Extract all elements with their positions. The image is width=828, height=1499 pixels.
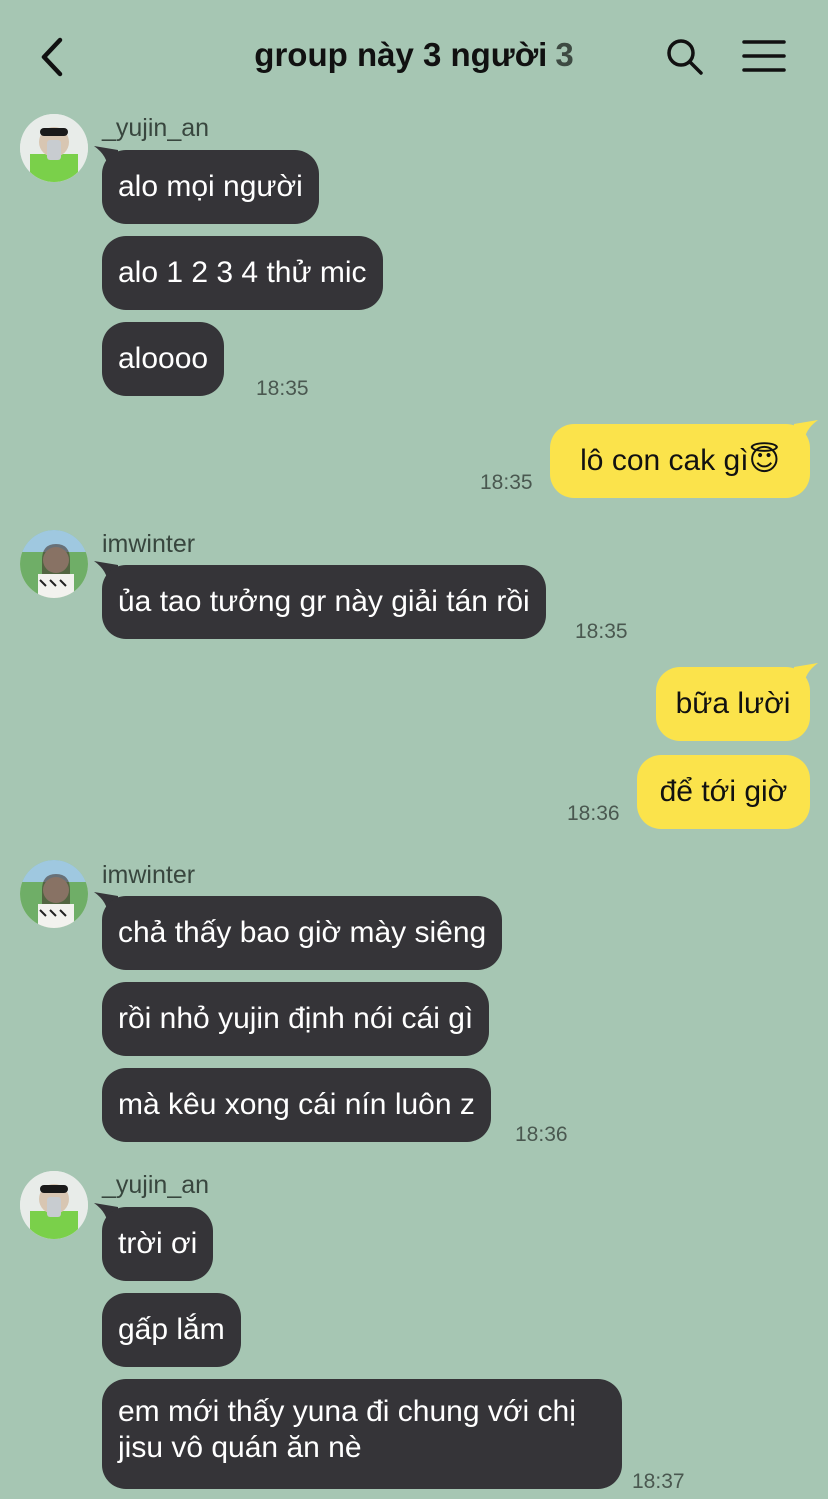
- message-bubble[interactable]: aloooo: [102, 322, 225, 396]
- hamburger-menu-icon[interactable]: [742, 38, 786, 74]
- message-bubble[interactable]: chả thấy bao giờ mày siêng: [102, 896, 503, 970]
- message-time: 18:37: [632, 1470, 685, 1493]
- search-icon[interactable]: [664, 36, 704, 76]
- message-time: 18:35: [480, 471, 533, 494]
- avatar[interactable]: [20, 530, 88, 598]
- message-time: 18:35: [256, 377, 309, 400]
- message-time: 18:36: [567, 802, 620, 825]
- message-bubble[interactable]: alo 1 2 3 4 thử mic: [102, 236, 383, 310]
- message-bubble[interactable]: mà kêu xong cái nín luôn z: [102, 1068, 491, 1142]
- sender-name: imwinter: [102, 530, 196, 558]
- sender-name: _yujin_an: [102, 1171, 210, 1199]
- message-time: 18:36: [515, 1123, 568, 1146]
- avatar[interactable]: [20, 860, 88, 928]
- sender-name: _yujin_an: [102, 114, 210, 142]
- message-bubble[interactable]: em mới thấy yuna đi chung với chị jisu v…: [102, 1379, 622, 1489]
- message-bubble[interactable]: gấp lắm: [102, 1293, 241, 1367]
- message-bubble[interactable]: lô con cak gì😇: [550, 424, 810, 498]
- avatar[interactable]: [20, 1171, 88, 1239]
- chat-header: group này 3 người 3: [0, 0, 828, 110]
- bubble-tail: [794, 420, 818, 444]
- avatar[interactable]: [20, 114, 88, 182]
- message-bubble[interactable]: trời ơi: [102, 1207, 214, 1281]
- sender-name: imwinter: [102, 861, 196, 889]
- message-bubble[interactable]: alo mọi người: [102, 150, 319, 224]
- bubble-tail: [794, 663, 818, 687]
- message-bubble[interactable]: rồi nhỏ yujin định nói cái gì: [102, 982, 490, 1056]
- message-time: 18:35: [575, 620, 628, 643]
- message-bubble[interactable]: để tới giờ: [637, 755, 810, 829]
- message-bubble[interactable]: ủa tao tưởng gr này giải tán rồi: [102, 565, 546, 639]
- member-count: 3: [555, 36, 574, 73]
- message-bubble[interactable]: bữa lười: [656, 667, 810, 741]
